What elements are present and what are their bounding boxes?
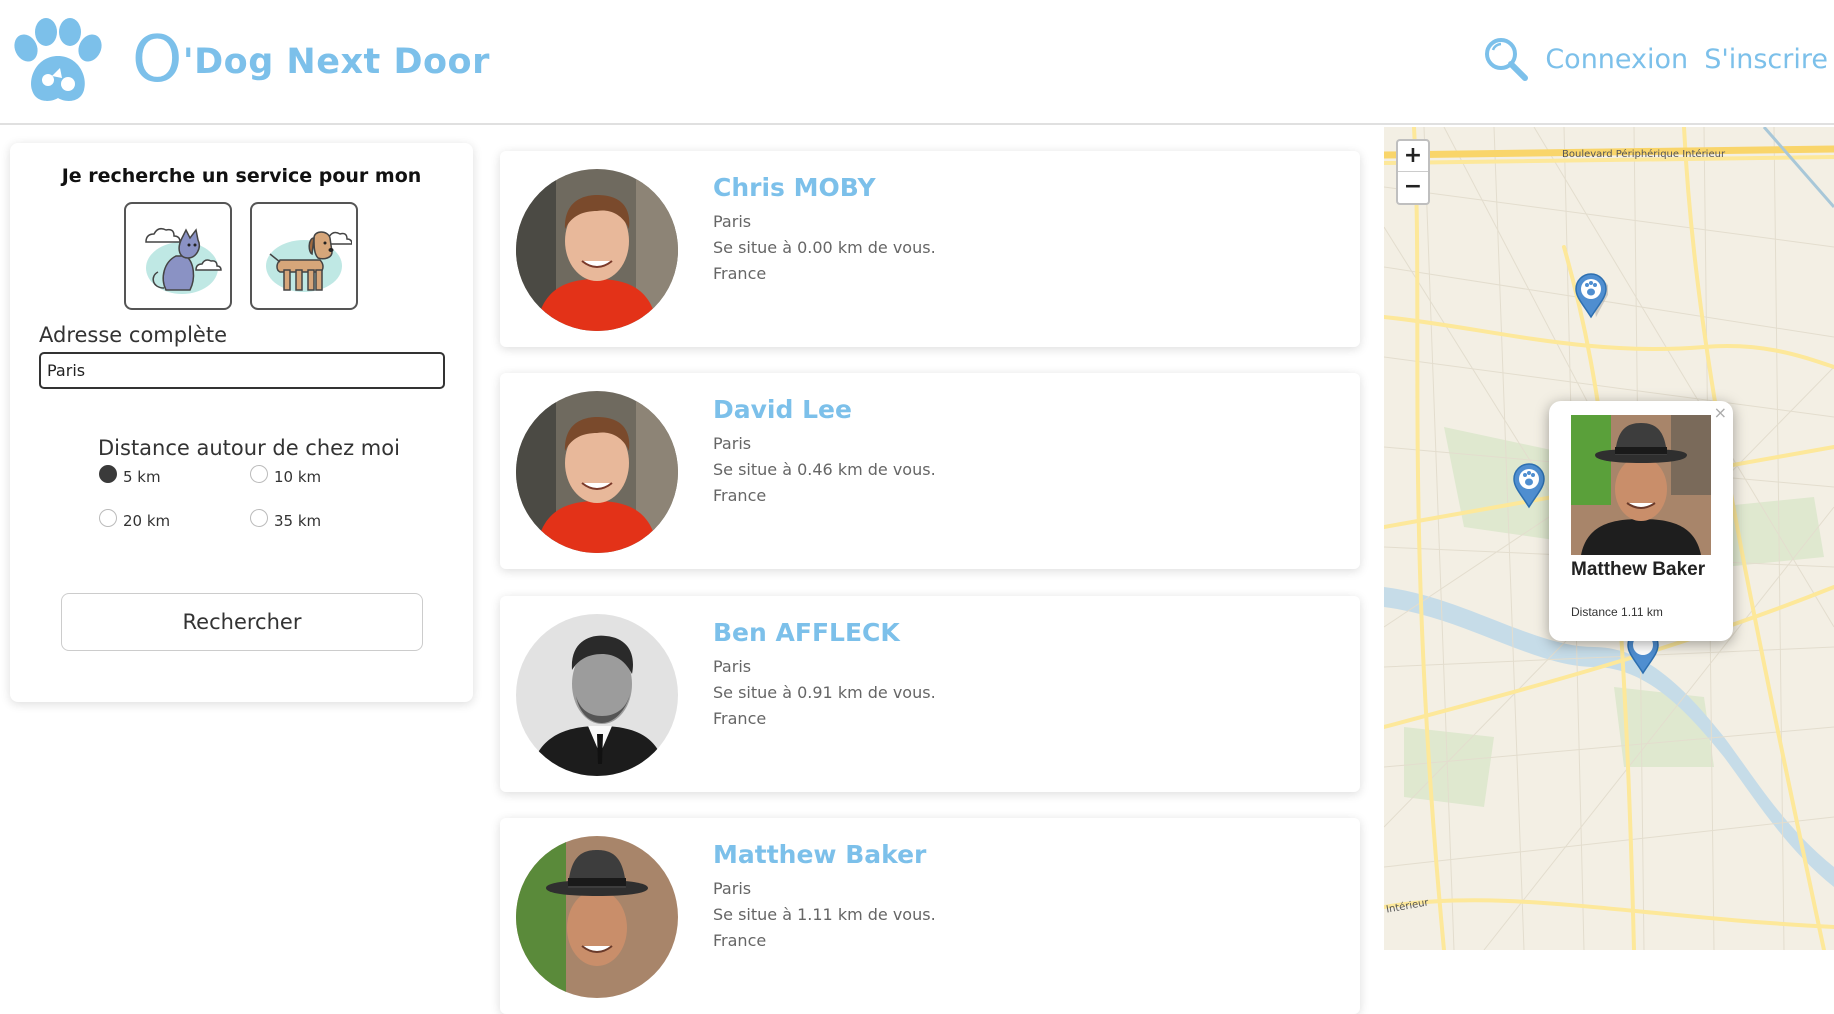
header-nav: Connexion S'inscrire [1483,36,1828,82]
avatar [516,614,678,776]
distance-option-10km[interactable]: 10 km [250,465,322,486]
result-name[interactable]: Matthew Baker [713,840,926,869]
result-card[interactable]: Ben AFFLECK Paris Se situe à 0.91 km de … [500,596,1360,792]
result-card[interactable]: David Lee Paris Se situe à 0.46 km de vo… [500,373,1360,569]
signup-link[interactable]: S'inscrire [1704,44,1828,75]
distance-option-label: 35 km [274,512,322,530]
result-distance: Se situe à 0.91 km de vous. [713,683,936,702]
search-panel: Je recherche un service pour mon Adresse… [10,143,473,702]
radio-dot-icon [99,465,117,483]
result-name[interactable]: David Lee [713,395,852,424]
address-label: Adresse complète [39,323,227,347]
result-card[interactable]: Chris MOBY Paris Se situe à 0.00 km de v… [500,151,1360,347]
dog-select-button[interactable] [250,202,358,310]
site-title[interactable]: O'Dog Next Door [132,28,490,92]
result-country: France [713,486,767,505]
result-distance: Se situe à 1.11 km de vous. [713,905,936,924]
map-road-label: Boulevard Périphérique Intérieur [1562,149,1726,160]
radio-dot-icon [250,465,268,483]
site-title-text: 'Dog Next Door [182,42,490,82]
avatar [516,169,678,331]
distance-option-20km[interactable]: 20 km [99,509,171,530]
popup-distance: Distance 1.11 km [1571,605,1663,619]
site-header: O'Dog Next Door Connexion S'inscrire [0,0,1834,125]
result-distance: Se situe à 0.46 km de vous. [713,460,936,479]
site-title-o: O [132,23,183,97]
zoom-control: + − [1396,139,1430,205]
address-input[interactable] [39,352,445,389]
map-popup: × Matthew Baker Distance 1.11 km [1549,401,1733,641]
result-name[interactable]: Chris MOBY [713,173,876,202]
cat-icon [145,227,222,294]
result-city: Paris [713,657,752,676]
radio-dot-icon [99,509,117,527]
result-city: Paris [713,212,752,231]
dog-icon [266,231,352,292]
popup-close-button[interactable]: × [1714,403,1727,422]
result-city: Paris [713,879,752,898]
popup-photo [1571,415,1711,555]
distance-option-5km[interactable]: 5 km [99,465,161,486]
radio-dot-icon [250,509,268,527]
result-country: France [713,709,767,728]
search-panel-title: Je recherche un service pour mon [61,165,422,187]
distance-option-label: 10 km [274,468,322,486]
login-link[interactable]: Connexion [1545,44,1688,75]
cat-select-button[interactable] [124,202,232,310]
distance-option-35km[interactable]: 35 km [250,509,322,530]
zoom-in-button[interactable]: + [1398,141,1428,172]
result-card[interactable]: Matthew Baker Paris Se situe à 1.11 km d… [500,818,1360,1014]
search-icon[interactable] [1483,36,1529,82]
search-button[interactable]: Rechercher [61,593,423,651]
distance-label: Distance autour de chez moi [98,436,400,460]
result-city: Paris [713,434,752,453]
popup-name: Matthew Baker [1571,559,1706,580]
map[interactable]: Boulevard Périphérique Intérieur Intérie… [1384,127,1834,950]
avatar [516,836,678,998]
result-country: France [713,264,767,283]
distance-option-label: 5 km [123,468,161,486]
map-marker-icon[interactable] [1574,273,1608,319]
avatar [516,391,678,553]
paw-logo-icon[interactable] [8,18,108,106]
map-marker-icon[interactable] [1512,463,1546,509]
distance-option-label: 20 km [123,512,171,530]
zoom-out-button[interactable]: − [1398,172,1428,203]
result-name[interactable]: Ben AFFLECK [713,618,900,647]
result-distance: Se situe à 0.00 km de vous. [713,238,936,257]
result-country: France [713,931,767,950]
